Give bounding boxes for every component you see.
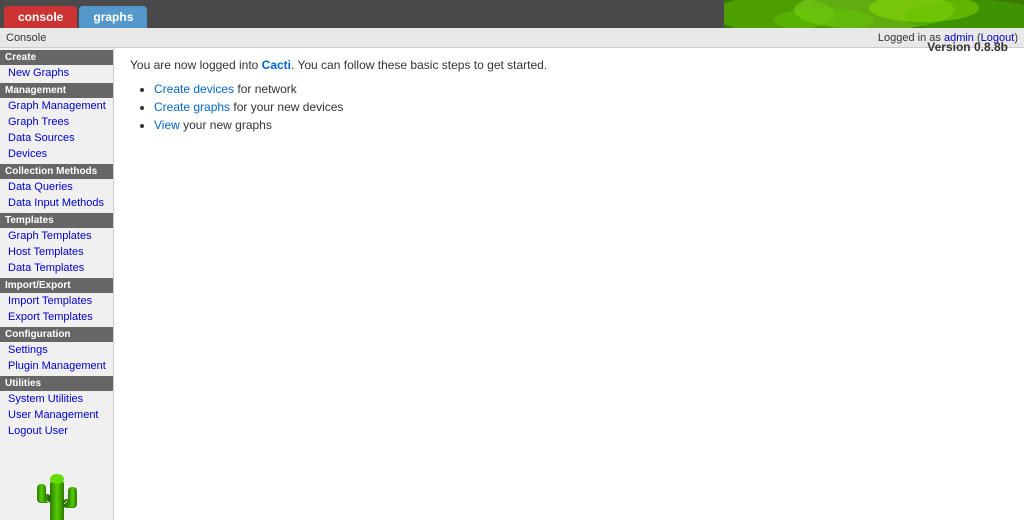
- sidebar-section-configuration: Configuration: [0, 327, 113, 342]
- export-templates-link[interactable]: Export Templates: [0, 309, 113, 325]
- sidebar: CreateNew Graphs ManagementGraph Manageme…: [0, 48, 114, 520]
- data-sources-link[interactable]: Data Sources: [0, 130, 113, 146]
- system-utilities-link[interactable]: System Utilities: [0, 391, 113, 407]
- data-templates-link[interactable]: Data Templates: [0, 260, 113, 276]
- graph-trees-link[interactable]: Graph Trees: [0, 114, 113, 130]
- intro-text: You are now logged into Cacti. You can f…: [130, 58, 1008, 72]
- sidebar-section-import-export: Import/Export: [0, 278, 113, 293]
- sidebar-section-collection-methods: Collection Methods: [0, 164, 113, 179]
- nav-decoration: [724, 0, 1024, 28]
- steps-list: Create devices for network Create graphs…: [154, 82, 1008, 132]
- import-templates-link[interactable]: Import Templates: [0, 293, 113, 309]
- sidebar-section-utilities: Utilities: [0, 376, 113, 391]
- settings-link[interactable]: Settings: [0, 342, 113, 358]
- version-label: Version 0.8.8b: [927, 40, 1008, 54]
- logout-user-link[interactable]: Logout User: [0, 423, 113, 439]
- graph-management-link[interactable]: Graph Management: [0, 98, 113, 114]
- top-nav: console graphs: [0, 0, 1024, 28]
- graph-templates-link[interactable]: Graph Templates: [0, 228, 113, 244]
- create-devices-link[interactable]: Create devices: [154, 82, 234, 96]
- status-bar: Console Logged in as admin (Logout): [0, 28, 1024, 48]
- data-queries-link[interactable]: Data Queries: [0, 179, 113, 195]
- console-label: Console: [6, 32, 46, 44]
- user-management-link[interactable]: User Management: [0, 407, 113, 423]
- host-templates-link[interactable]: Host Templates: [0, 244, 113, 260]
- main-layout: CreateNew Graphs ManagementGraph Manageme…: [0, 48, 1024, 520]
- step-1: Create devices for network: [154, 82, 1008, 96]
- sidebar-section-create: Create: [0, 50, 113, 65]
- plugin-management-link[interactable]: Plugin Management: [0, 358, 113, 374]
- cactus-container: [0, 439, 113, 520]
- cacti-link[interactable]: Cacti: [262, 58, 291, 72]
- view-graphs-link[interactable]: View: [154, 118, 180, 132]
- content-area: Version 0.8.8b You are now logged into C…: [114, 48, 1024, 520]
- devices-link[interactable]: Devices: [0, 146, 113, 162]
- graphs-tab[interactable]: graphs: [79, 6, 147, 28]
- sidebar-section-templates: Templates: [0, 213, 113, 228]
- console-tab[interactable]: console: [4, 6, 77, 28]
- new-graphs-link[interactable]: New Graphs: [0, 65, 113, 81]
- step-3: View your new graphs: [154, 118, 1008, 132]
- sidebar-section-management: Management: [0, 83, 113, 98]
- cactus-icon: [27, 459, 87, 520]
- step-2: Create graphs for your new devices: [154, 100, 1008, 114]
- data-input-methods-link[interactable]: Data Input Methods: [0, 195, 113, 211]
- create-graphs-link[interactable]: Create graphs: [154, 100, 230, 114]
